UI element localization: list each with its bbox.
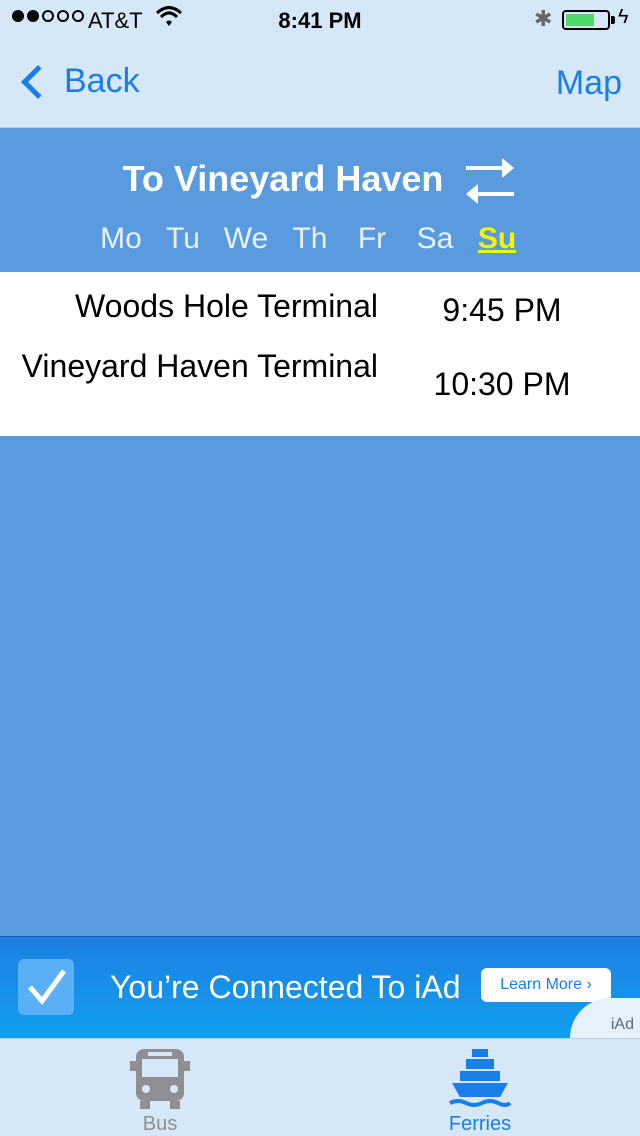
learn-more-button[interactable]: Learn More › xyxy=(481,968,611,1002)
tab-bus[interactable]: Bus xyxy=(0,1039,320,1136)
battery-fill xyxy=(566,14,594,26)
back-button[interactable]: Back xyxy=(16,62,140,101)
battery-icon xyxy=(562,10,615,30)
map-button[interactable]: Map xyxy=(556,64,622,103)
tab-bar: Bus Ferries xyxy=(0,1038,640,1136)
schedule-row[interactable]: Woods Hole Terminal 9:45 PM xyxy=(0,282,640,346)
ferry-icon xyxy=(448,1045,512,1111)
day-su[interactable]: Su xyxy=(467,222,527,256)
chevron-left-icon xyxy=(21,64,55,99)
tab-ferries-label: Ferries xyxy=(448,1113,512,1135)
schedule-header: To Vineyard Haven Mo Tu We Th Fr Sa Su xyxy=(0,128,640,272)
top-bar: AT&T 8:41 PM ✱ ϟ Back Map xyxy=(0,0,640,128)
day-we[interactable]: We xyxy=(216,222,276,256)
status-bar: AT&T 8:41 PM ✱ ϟ xyxy=(0,0,640,40)
day-tu[interactable]: Tu xyxy=(153,222,213,256)
ad-text: You’re Connected To iAd xyxy=(110,969,461,1005)
checkmark-icon xyxy=(18,959,74,1015)
day-th[interactable]: Th xyxy=(280,222,340,256)
back-label: Back xyxy=(64,62,140,100)
stop-name: Woods Hole Terminal xyxy=(75,288,378,324)
schedule-row[interactable]: Vineyard Haven Terminal 10:30 PM xyxy=(0,346,640,436)
departure-time: 10:30 PM xyxy=(433,366,571,402)
bus-icon xyxy=(128,1045,192,1111)
tab-ferries[interactable]: Ferries xyxy=(320,1039,640,1136)
day-sa[interactable]: Sa xyxy=(405,222,465,256)
iad-badge: iAd xyxy=(610,1016,634,1033)
tab-bus-label: Bus xyxy=(142,1113,178,1135)
bluetooth-icon: ✱ xyxy=(534,6,553,31)
swap-direction-icon[interactable] xyxy=(464,156,516,206)
day-fr[interactable]: Fr xyxy=(342,222,402,256)
day-selector: Mo Tu We Th Fr Sa Su xyxy=(0,222,640,262)
schedule-list: Woods Hole Terminal 9:45 PM Vineyard Hav… xyxy=(0,272,640,436)
charging-icon: ϟ xyxy=(618,6,629,28)
iad-banner[interactable]: You’re Connected To iAd Learn More › iAd xyxy=(0,936,640,1038)
departure-time: 9:45 PM xyxy=(442,292,562,328)
day-mo[interactable]: Mo xyxy=(91,222,151,256)
stop-name: Vineyard Haven Terminal xyxy=(21,348,378,384)
